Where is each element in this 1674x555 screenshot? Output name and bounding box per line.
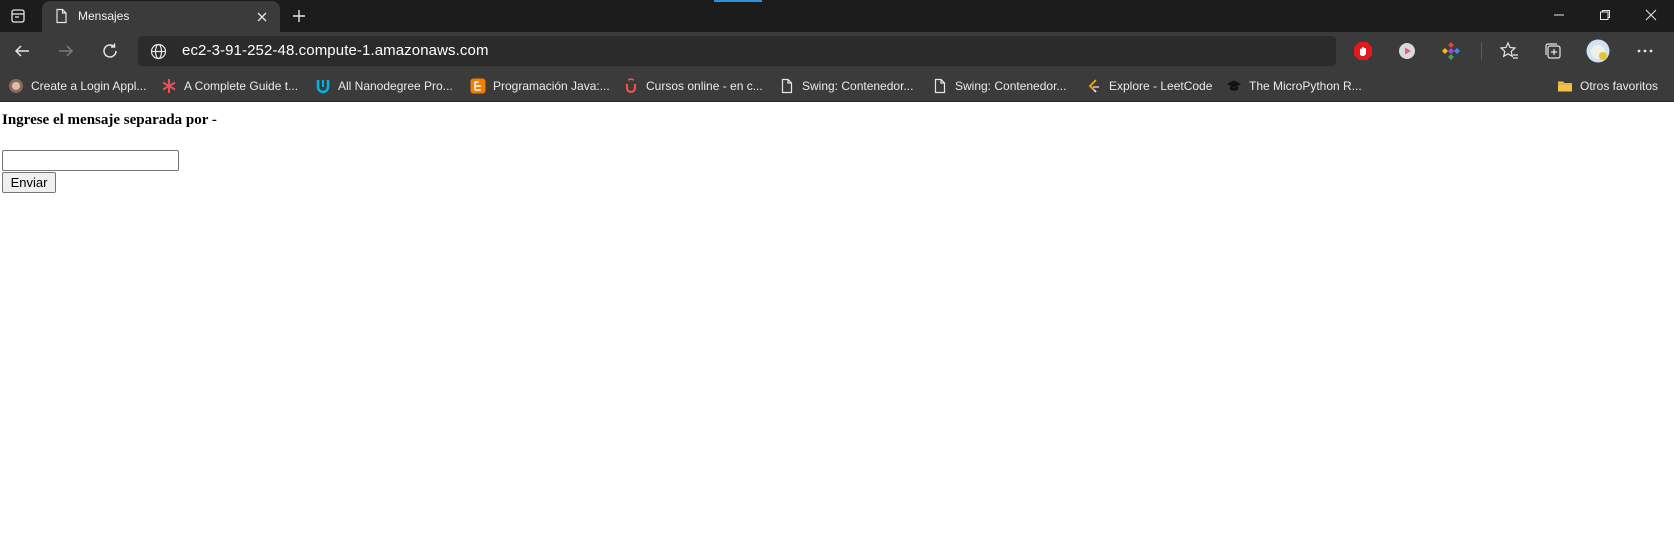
favorites-icon[interactable]	[1496, 38, 1522, 64]
message-input[interactable]	[2, 150, 179, 171]
minimize-icon[interactable]	[1536, 0, 1582, 30]
bookmark-item[interactable]: Swing: Contenedor...	[779, 77, 913, 95]
globe-icon[interactable]	[150, 43, 167, 60]
bookmark-label: Explore - LeetCode	[1109, 79, 1213, 93]
window-close-icon[interactable]	[1628, 0, 1674, 30]
bookmark-item[interactable]: Create a Login Appl...	[8, 77, 146, 95]
color-picker-icon[interactable]	[1438, 38, 1464, 64]
page-icon	[779, 78, 795, 94]
other-favorites-label: Otros favoritos	[1580, 79, 1659, 93]
page-heading: Ingrese el mensaje separada por -	[2, 112, 217, 128]
bookmark-item[interactable]: All Nanodegree Pro...	[315, 77, 453, 95]
folder-icon	[1557, 78, 1573, 94]
udemy-icon	[623, 78, 639, 94]
address-text[interactable]: ec2-3-91-252-48.compute-1.amazonaws.com	[182, 42, 489, 59]
bookmark-label: The MicroPython R...	[1249, 79, 1362, 93]
arrow-left-icon[interactable]	[8, 38, 36, 64]
graduation-cap-icon	[1226, 78, 1242, 94]
bookmark-label: All Nanodegree Pro...	[338, 79, 453, 93]
udacity-icon	[315, 78, 331, 94]
tab-close-icon[interactable]	[252, 7, 272, 27]
bookmark-label: Swing: Contenedor...	[802, 79, 914, 93]
tab-title: Mensajes	[78, 9, 130, 23]
bookmarks-bar: Create a Login Appl... A Complete Guide …	[0, 70, 1674, 102]
page-icon	[932, 78, 948, 94]
adblock-icon[interactable]	[1350, 38, 1376, 64]
bookmark-item[interactable]: Cursos online - en c...	[623, 77, 763, 95]
browser-toolbar: ec2-3-91-252-48.compute-1.amazonaws.com	[0, 32, 1674, 70]
send-button[interactable]: Enviar	[2, 172, 56, 193]
address-bar[interactable]: ec2-3-91-252-48.compute-1.amazonaws.com	[138, 36, 1336, 66]
bookmark-item[interactable]: Explore - LeetCode	[1086, 77, 1212, 95]
bookmark-item[interactable]: The MicroPython R...	[1226, 77, 1362, 95]
page-icon	[53, 8, 69, 24]
tab-strip: Mensajes	[0, 0, 1674, 32]
avatar[interactable]	[1585, 38, 1611, 64]
tab-active[interactable]: Mensajes	[42, 1, 280, 32]
bookmark-label: Cursos online - en c...	[646, 79, 763, 93]
new-tab-plus-icon[interactable]	[288, 5, 310, 27]
other-favorites[interactable]: Otros favoritos	[1557, 77, 1658, 95]
tab-accent-line	[714, 0, 762, 2]
tab-actions-icon[interactable]	[6, 5, 30, 27]
media-icon[interactable]	[1394, 38, 1420, 64]
bookmark-item[interactable]: Programación Java:...	[470, 77, 610, 95]
bookmark-label: Programación Java:...	[493, 79, 610, 93]
arrow-right-icon[interactable]	[52, 38, 80, 64]
page-content: Ingrese el mensaje separada por - Enviar	[0, 102, 1674, 555]
collections-icon[interactable]	[1540, 38, 1566, 64]
toolbar-divider	[1481, 42, 1482, 60]
asterisk-icon	[161, 78, 177, 94]
bookmark-label: Swing: Contenedor...	[955, 79, 1067, 93]
refresh-icon[interactable]	[96, 38, 124, 64]
bookmark-item[interactable]: Swing: Contenedor...	[932, 77, 1066, 95]
bookmark-label: A Complete Guide t...	[184, 79, 299, 93]
bookmark-favicon	[8, 78, 24, 94]
bookmark-item[interactable]: A Complete Guide t...	[161, 77, 298, 95]
ellipsis-icon[interactable]	[1632, 38, 1658, 64]
bookmark-label: Create a Login Appl...	[31, 79, 147, 93]
leetcode-icon	[1086, 78, 1102, 94]
blogger-icon	[470, 78, 486, 94]
restore-icon[interactable]	[1582, 0, 1628, 30]
